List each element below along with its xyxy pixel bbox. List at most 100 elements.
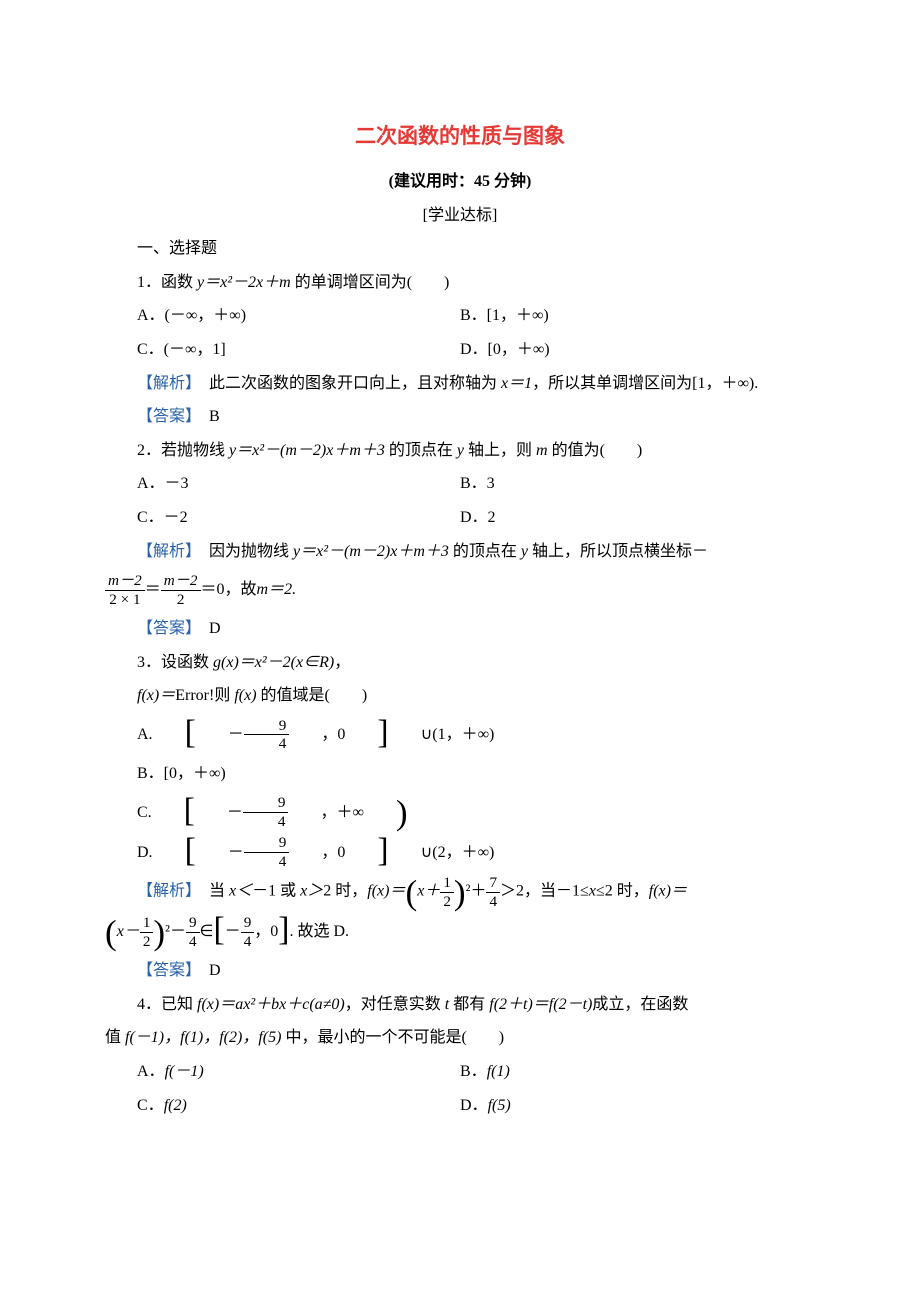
q3-optD-fraction: 9 4 — [244, 834, 290, 870]
q3-exp-zero: ，0 — [254, 915, 278, 949]
q2-explanation: 【解析】 因为抛物线 y＝x²－(m－2)x＋m＋3 的顶点在 y 轴上，所以顶… — [105, 535, 815, 609]
explanation-label: 【解析】 — [137, 375, 193, 392]
q3-optC-fraction: 9 4 — [243, 794, 289, 830]
q2-option-d: D．2 — [460, 501, 815, 535]
q3-exp-sq2: ²－ — [165, 915, 186, 949]
q3-optA-pref: A. — [105, 718, 153, 752]
q4-optC-pref: C． — [137, 1097, 164, 1114]
q4-option-a: A．f(－1) — [105, 1055, 460, 1089]
q3-exp-frac3: 12 — [140, 914, 154, 950]
q3-optD-num: 9 — [244, 834, 290, 852]
explanation-label: 【解析】 — [137, 883, 193, 900]
q2-stem-text-3: 轴上，则 — [464, 442, 536, 459]
q2-stem-text-2: 的顶点在 — [385, 442, 457, 459]
q4-optB-math: f(1) — [487, 1063, 510, 1080]
q2-fraction-1: m－2 2 × 1 — [105, 572, 145, 608]
q3-option-a: A. [ － 9 4 ，0 ] ∪(1，＋∞) — [105, 717, 815, 753]
section-heading-1: 一、选择题 — [105, 232, 815, 266]
q3-exp-fx1: f(x)＝ — [367, 883, 405, 900]
q1-explanation: 【解析】 此二次函数的图象开口向上，且对称轴为 x＝1，所以其单调增区间为[1，… — [105, 367, 815, 401]
q4-l1-math1: f(x)＝ax²＋bx＋c(a≠0) — [197, 996, 345, 1013]
q3-option-c: C. [ － 9 4 ，＋∞ ) — [105, 794, 815, 830]
q2-option-b: B．3 — [460, 467, 815, 501]
q3-exp-frac5: 94 — [241, 914, 255, 950]
q3-optD-suf: ∪(2，＋∞) — [389, 836, 495, 870]
q3-exp-end: . 故选 D. — [289, 915, 349, 949]
q3-exp-frac4-den: 4 — [186, 933, 200, 950]
q3-exp-frac5-den: 4 — [241, 933, 255, 950]
q3-optC-num: 9 — [243, 794, 289, 812]
q3-explanation: 【解析】 当 x＜－1 或 x＞2 时，f(x)＝(x＋12)²＋74＞2，当－… — [105, 874, 815, 910]
q3-optD-pref: D. — [105, 836, 153, 870]
q4-l1-mid1: ，对任意实数 — [345, 996, 445, 1013]
q1-stem-text-2: 的单调增区间为( ) — [291, 274, 450, 291]
q2-options-row1: A．－3 B．3 — [105, 467, 815, 501]
q2-exp-fraction-line: m－2 2 × 1 ＝ m－2 2 ＝0，故 m＝2. — [105, 572, 815, 608]
q3-line2-fx: f(x)＝ — [137, 687, 175, 704]
q2-eq-1: ＝ — [145, 573, 161, 607]
q1-option-c: C．(－∞，1] — [105, 333, 460, 367]
q2-answer-value: D — [193, 620, 221, 637]
q4-l1-suf: 成立，在函数 — [592, 996, 688, 1013]
q1-stem-math: y＝x²－2x＋m — [197, 274, 291, 291]
q1-options-row2: C．(－∞，1] D．[0，＋∞) — [105, 333, 815, 367]
q3-line1-math: g(x)＝x²－2(x∈R) — [213, 654, 334, 671]
q1-exp-text-2: ，所以其单调增区间为[1，＋∞). — [532, 375, 758, 392]
q2-stem-math-1: y＝x²－(m－2)x＋m＋3 — [229, 442, 385, 459]
q3-exp-in: ∈ — [200, 915, 214, 949]
answer-label: 【答案】 — [137, 620, 193, 637]
q4-optD-pref: D． — [460, 1097, 488, 1114]
answer-label: 【答案】 — [137, 962, 193, 979]
section-marker: [学业达标] — [105, 199, 815, 233]
q4-line1: 4．已知 f(x)＝ax²＋bx＋c(a≠0)，对任意实数 t 都有 f(2＋t… — [105, 988, 815, 1022]
q2-frac2-den: 2 — [161, 591, 201, 608]
q2-frac1-num: m－2 — [105, 572, 145, 590]
q2-frac2-num: m－2 — [161, 572, 201, 590]
q2-exp-math-3: m＝2. — [257, 573, 297, 607]
q4-option-b: B．f(1) — [460, 1055, 815, 1089]
q3-exp-frac3-den: 2 — [140, 933, 154, 950]
q3-line2-math: f(x) — [234, 687, 256, 704]
q3-optA-fraction: 9 4 — [244, 717, 290, 753]
left-paren-icon: ( — [406, 875, 418, 910]
q1-answer: 【答案】 B — [105, 400, 815, 434]
q3-optC-suf: ，＋∞ — [288, 796, 363, 830]
right-paren-icon: ) — [364, 795, 408, 830]
q3-exp-frac2-den: 4 — [486, 893, 500, 910]
q3-optA-suf: ∪(1，＋∞) — [389, 718, 495, 752]
q1-stem: 1．函数 y＝x²－2x＋m 的单调增区间为( ) — [105, 266, 815, 300]
q4-l2-suf: 中，最小的一个不可能是( ) — [281, 1029, 504, 1046]
left-bracket-icon: [ — [152, 794, 195, 828]
q3-exp-frac1-den: 2 — [440, 893, 454, 910]
q2-exp-math-1: y＝x²－(m－2)x＋m＋3 — [293, 543, 449, 560]
q3-exp-text-2: －1 或 — [252, 883, 300, 900]
q4-optC-math: f(2) — [164, 1097, 187, 1114]
q4-line2: 值 f(－1)，f(1)，f(2)，f(5) 中，最小的一个不可能是( ) — [105, 1021, 815, 1055]
q2-option-c: C．－2 — [105, 501, 460, 535]
q3-exp-x2: x＞ — [300, 883, 323, 900]
q3-error-text: Error! — [175, 687, 214, 704]
q2-stem-text-4: 的值为( ) — [548, 442, 643, 459]
q3-exp-fx2: f(x)＝ — [649, 883, 687, 900]
q4-l1-mid2: 都有 — [449, 996, 489, 1013]
left-paren-icon: ( — [105, 915, 117, 950]
q2-fraction-2: m－2 2 — [161, 572, 201, 608]
q3-line1: 3．设函数 g(x)＝x²－2(x∈R)， — [105, 646, 815, 680]
q3-exp-text-4: ＞2，当－1≤ — [500, 883, 589, 900]
right-bracket-icon: ] — [345, 716, 388, 750]
q4-optA-pref: A． — [137, 1063, 165, 1080]
q2-exp-math-2: y — [521, 543, 528, 560]
q2-exp-text-3: 轴上，所以顶点横坐标－ — [528, 543, 708, 560]
q3-optC-pref: C. — [105, 796, 152, 830]
q2-eq-2: ＝0，故 — [201, 573, 257, 607]
q3-optA-den: 4 — [244, 735, 290, 752]
q1-options-row1: A．(－∞，＋∞) B．[1，＋∞) — [105, 299, 815, 333]
q4-option-c: C．f(2) — [105, 1089, 460, 1123]
q4-optD-math: f(5) — [488, 1097, 511, 1114]
right-bracket-icon: ] — [278, 913, 289, 947]
q4-optA-math: f(－1) — [165, 1063, 204, 1080]
q3-exp-x3: x — [589, 883, 596, 900]
q4-l2-math: f(－1)，f(1)，f(2)，f(5) — [125, 1029, 281, 1046]
q3-optD-den: 4 — [244, 853, 290, 870]
q3-exp-frac4: 94 — [186, 914, 200, 950]
